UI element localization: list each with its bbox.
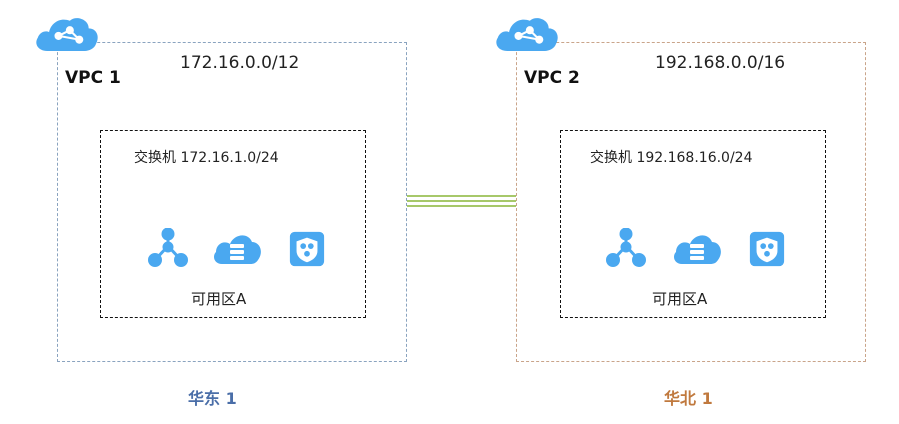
vpc-2-switch-label: 交换机 192.168.16.0/24 <box>590 150 753 166</box>
vpc-2-cidr: 192.168.0.0/16 <box>655 53 786 73</box>
network-node-icon <box>148 228 188 268</box>
vpc-2-region-label: 华北 1 <box>664 389 713 408</box>
vpc-1-zone-label: 可用区A <box>191 290 247 308</box>
cloud-server-icon <box>672 230 722 266</box>
cloud-server-icon <box>212 230 262 266</box>
vpc-1-label: VPC 1 <box>65 68 121 88</box>
vpc-1-region-label: 华东 1 <box>188 389 237 408</box>
vpc-1-cloud-icon <box>34 14 100 54</box>
vpc-2-zone-label: 可用区A <box>652 290 708 308</box>
network-node-icon <box>606 228 646 268</box>
vpc-2-cloud-icon <box>494 14 560 54</box>
vpc-2-label: VPC 2 <box>524 68 580 88</box>
security-group-icon <box>288 230 326 268</box>
vpc-1-cidr: 172.16.0.0/12 <box>180 53 300 73</box>
security-group-icon <box>748 230 786 268</box>
vpc-peering-link <box>407 195 516 207</box>
vpc-1-switch-label: 交换机 172.16.1.0/24 <box>134 150 279 166</box>
